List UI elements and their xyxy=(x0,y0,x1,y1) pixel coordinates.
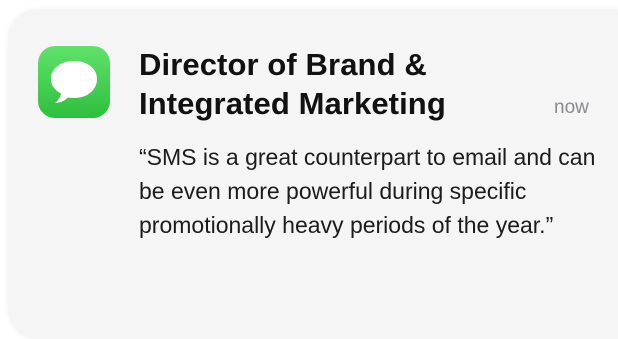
notification-time: now xyxy=(554,97,589,118)
notification-title: Director of Brand & Integrated Marketing xyxy=(139,47,446,121)
messages-app-icon xyxy=(38,46,110,118)
speech-bubble-icon xyxy=(51,61,97,103)
notification-card[interactable]: Director of Brand & Integrated Marketing… xyxy=(8,9,618,339)
notification-message: “SMS is a great counterpart to email and… xyxy=(139,144,596,238)
